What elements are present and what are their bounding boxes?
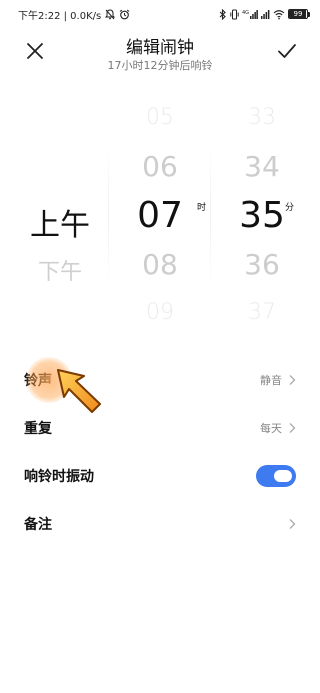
bluetooth-icon bbox=[219, 8, 227, 20]
wifi-icon bbox=[273, 9, 285, 20]
page-title: 编辑闹钟 bbox=[126, 38, 194, 58]
ampm-selected[interactable]: 上午 bbox=[20, 200, 100, 244]
vibrate-icon bbox=[230, 9, 239, 20]
hour-option[interactable]: 05 bbox=[120, 105, 200, 130]
ringtone-label: 铃声 bbox=[24, 373, 52, 389]
mute-bell-icon bbox=[105, 8, 116, 20]
header: 编辑闹钟 17小时12分钟后响铃 bbox=[0, 30, 320, 76]
picker-divider bbox=[108, 140, 109, 290]
ampm-option[interactable]: 下午 bbox=[20, 254, 100, 286]
minute-option[interactable]: 33 bbox=[222, 105, 302, 130]
page-subtitle: 17小时12分钟后响铃 bbox=[107, 59, 213, 72]
signal-icon bbox=[261, 9, 270, 20]
battery-level: 99 bbox=[293, 10, 303, 18]
time-picker: 上午 下午 05 06 07 时 08 09 33 34 35 分 36 37 bbox=[0, 100, 320, 332]
minute-option[interactable]: 36 bbox=[222, 248, 302, 281]
chevron-right-icon bbox=[289, 519, 296, 529]
repeat-value: 每天 bbox=[260, 422, 282, 435]
minute-option[interactable]: 34 bbox=[222, 150, 302, 183]
vibrate-row: 响铃时振动 bbox=[0, 452, 320, 500]
status-bar: 下午2:22 | 0.0K/s 4G 99 bbox=[0, 0, 320, 28]
confirm-button[interactable] bbox=[274, 38, 300, 64]
signal-4g-icon: 4G bbox=[242, 9, 258, 20]
repeat-row[interactable]: 重复 每天 bbox=[0, 404, 320, 452]
alarm-settings-list: 铃声 静音 重复 每天 响铃时振动 备注 bbox=[0, 356, 320, 548]
minute-option[interactable]: 37 bbox=[222, 300, 302, 325]
svg-text:4G: 4G bbox=[242, 10, 249, 16]
note-label: 备注 bbox=[24, 517, 52, 533]
chevron-right-icon bbox=[289, 375, 296, 385]
hour-option[interactable]: 09 bbox=[120, 300, 200, 325]
hour-option[interactable]: 08 bbox=[120, 248, 200, 281]
hour-unit: 时 bbox=[197, 203, 207, 213]
picker-divider bbox=[210, 140, 211, 290]
toggle-knob bbox=[274, 470, 292, 482]
vibrate-label: 响铃时振动 bbox=[24, 469, 94, 485]
ringtone-value: 静音 bbox=[260, 374, 282, 387]
status-time-speed: 下午2:22 | 0.0K/s bbox=[18, 10, 102, 22]
battery-icon: 99 bbox=[288, 9, 310, 19]
alarm-icon bbox=[119, 9, 130, 20]
repeat-label: 重复 bbox=[24, 421, 52, 437]
minute-unit: 分 bbox=[285, 203, 295, 213]
hour-selected[interactable]: 07 bbox=[120, 195, 200, 236]
ringtone-row[interactable]: 铃声 静音 bbox=[0, 356, 320, 404]
vibrate-toggle[interactable] bbox=[256, 465, 296, 487]
chevron-right-icon bbox=[289, 423, 296, 433]
hour-option[interactable]: 06 bbox=[120, 150, 200, 183]
checkmark-icon bbox=[278, 44, 296, 58]
note-row[interactable]: 备注 bbox=[0, 500, 320, 548]
